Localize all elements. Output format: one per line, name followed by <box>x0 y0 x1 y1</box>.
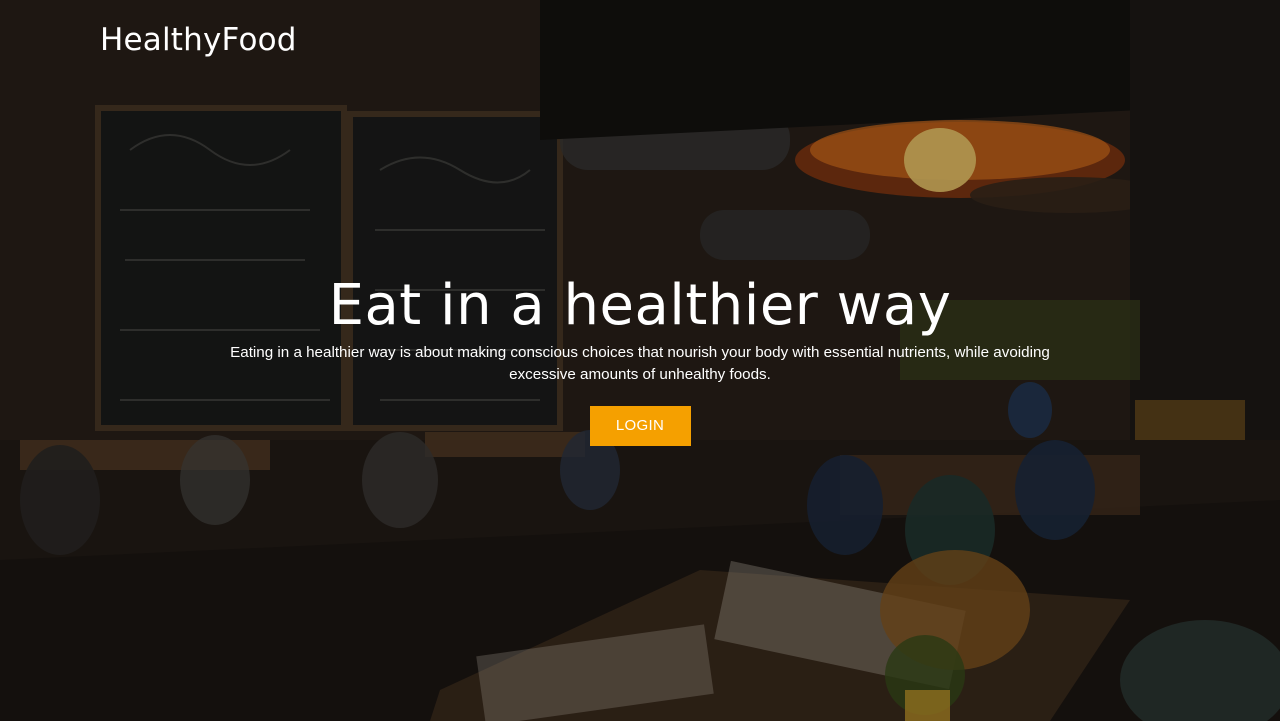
hero-headline: Eat in a healthier way <box>328 273 952 338</box>
site-logo[interactable]: HealthyFood <box>100 22 297 58</box>
login-button[interactable]: LOGIN <box>589 406 691 446</box>
hero-description: Eating in a healthier way is about makin… <box>230 344 1050 383</box>
hero-content: Eat in a healthier way Eating in a healt… <box>200 272 1080 446</box>
hero-section: HealthyFood Eat in a healthier way Eatin… <box>0 0 1280 721</box>
